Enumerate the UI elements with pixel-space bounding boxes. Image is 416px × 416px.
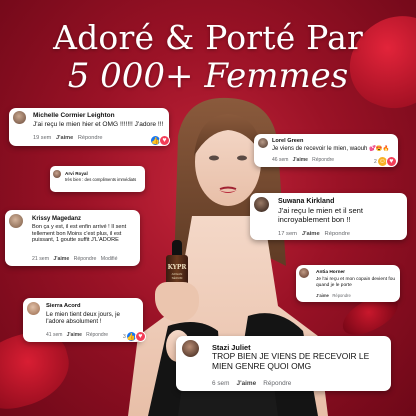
avatar bbox=[9, 214, 23, 228]
like-link[interactable]: J'aime bbox=[53, 256, 69, 262]
avatar bbox=[53, 170, 61, 178]
comment-card: Antia Horner Je l'ai reçu et mon copain … bbox=[296, 265, 400, 302]
comment-card: Lorel Green Je viens de recevoir le mien… bbox=[254, 134, 398, 167]
reply-link[interactable]: Répondre bbox=[325, 231, 350, 237]
comment-time: 21 sem bbox=[32, 256, 50, 262]
comment-time: 41 sem bbox=[46, 332, 63, 338]
comment-text: Je viens de recevoir le mien, waouh 💕😍🔥 bbox=[272, 146, 390, 153]
comment-card: Suwana Kirkland J'ai reçu le mien et il … bbox=[250, 193, 407, 240]
commenter-name: Lorel Green bbox=[272, 138, 304, 144]
like-link[interactable]: J'aime bbox=[316, 293, 329, 298]
comment-card: Stazi Juliet TROP BIEN JE VIENS DE RECEV… bbox=[176, 336, 391, 391]
comment-text: J'ai reçu le mien et il sent incroyablem… bbox=[278, 206, 364, 224]
commenter-name: Antia Horner bbox=[316, 270, 346, 275]
reply-link[interactable]: Répondre bbox=[312, 157, 334, 163]
comment-time: 6 sem bbox=[212, 380, 230, 387]
bottle-subtitle: ARGAN SÉRUM bbox=[171, 272, 183, 280]
comment-text: Je l'ai reçu et mon copain devient fou q… bbox=[316, 277, 396, 288]
emoji-decoration: 💕😍🔥 bbox=[369, 146, 390, 152]
reactions: 2 ☺ ♥ bbox=[374, 156, 397, 167]
love-icon: ♥ bbox=[134, 331, 146, 342]
like-link[interactable]: J'aime bbox=[237, 380, 257, 387]
avatar bbox=[13, 111, 26, 124]
edited-label: Modifié bbox=[100, 256, 118, 262]
like-link[interactable]: J'aime bbox=[56, 135, 73, 141]
comment-meta: 19 sem J'aime Répondre bbox=[33, 135, 102, 141]
reply-link[interactable]: Répondre bbox=[263, 380, 291, 387]
headline-subtitle: 5 000+ Femmes bbox=[67, 56, 349, 96]
comment-text: Bon ça y est, il est enfin arrivé ! Il s… bbox=[32, 224, 127, 244]
comment-meta: J'aime Répondre bbox=[316, 293, 351, 298]
comment-meta: 41 sem J'aime Répondre bbox=[46, 332, 108, 338]
love-icon: ♥ bbox=[385, 156, 397, 167]
like-link[interactable]: J'aime bbox=[67, 332, 82, 338]
comment-card: Arvi Royal très bien : des compliments i… bbox=[50, 166, 145, 192]
comment-meta: 17 sem J'aime Répondre bbox=[278, 231, 350, 237]
comment-text: Le mien tient deux jours, je l'adore abs… bbox=[46, 311, 120, 326]
comment-card: Krissy Magedanz Bon ça y est, il est enf… bbox=[5, 210, 140, 266]
reply-link[interactable]: Répondre bbox=[78, 135, 103, 141]
comment-meta: 46 sem J'aime Répondre bbox=[272, 157, 334, 163]
comment-meta: 6 sem J'aime Répondre bbox=[212, 380, 291, 387]
comment-text: J'ai reçu le mien hier et OMG !!!!!!! J'… bbox=[33, 121, 164, 128]
avatar bbox=[27, 302, 40, 315]
headline-title: Adoré & Porté Par bbox=[53, 18, 363, 57]
comment-meta: 21 sem J'aime Répondre Modifié bbox=[32, 256, 117, 262]
avatar bbox=[299, 268, 309, 278]
comment-card: Sierra Acord Le mien tient deux jours, j… bbox=[23, 298, 146, 342]
comment-time: 46 sem bbox=[272, 157, 289, 163]
reactions: 3 👍 ♥ bbox=[123, 331, 146, 342]
reply-link[interactable]: Répondre bbox=[332, 293, 350, 298]
comment-time: 19 sem bbox=[33, 135, 52, 141]
reply-link[interactable]: Répondre bbox=[74, 256, 97, 262]
comment-text: TROP BIEN JE VIENS DE RECEVOIR LE MIEN G… bbox=[212, 351, 370, 371]
bottle-brand: KYPR bbox=[167, 264, 187, 271]
comment-text: très bien : des compliments immédiats bbox=[65, 177, 137, 182]
comment-text-content: Je viens de recevoir le mien, waouh bbox=[272, 146, 368, 152]
like-link[interactable]: J'aime bbox=[302, 231, 320, 237]
commenter-name: Suwana Kirkland bbox=[278, 198, 335, 205]
reply-link[interactable]: Répondre bbox=[86, 332, 108, 338]
commenter-name: Sierra Acord bbox=[46, 303, 81, 309]
love-icon: ♥ bbox=[159, 135, 170, 146]
commenter-name: Krissy Magedanz bbox=[32, 216, 82, 222]
comment-card: Michelle Cormier Leighton J'ai reçu le m… bbox=[9, 108, 170, 146]
ad-canvas: Adoré & Porté Par 5 000+ Femmes KYPR ARG… bbox=[0, 0, 416, 416]
avatar bbox=[254, 197, 269, 212]
avatar bbox=[258, 138, 268, 148]
avatar bbox=[182, 340, 199, 357]
comment-time: 17 sem bbox=[278, 231, 298, 237]
commenter-name: Michelle Cormier Leighton bbox=[33, 112, 115, 119]
like-link[interactable]: J'aime bbox=[293, 157, 308, 163]
commenter-name: Arvi Royal bbox=[65, 171, 88, 176]
bottle-dropper bbox=[172, 240, 182, 256]
reactions: 👍 ♥ bbox=[150, 135, 170, 146]
